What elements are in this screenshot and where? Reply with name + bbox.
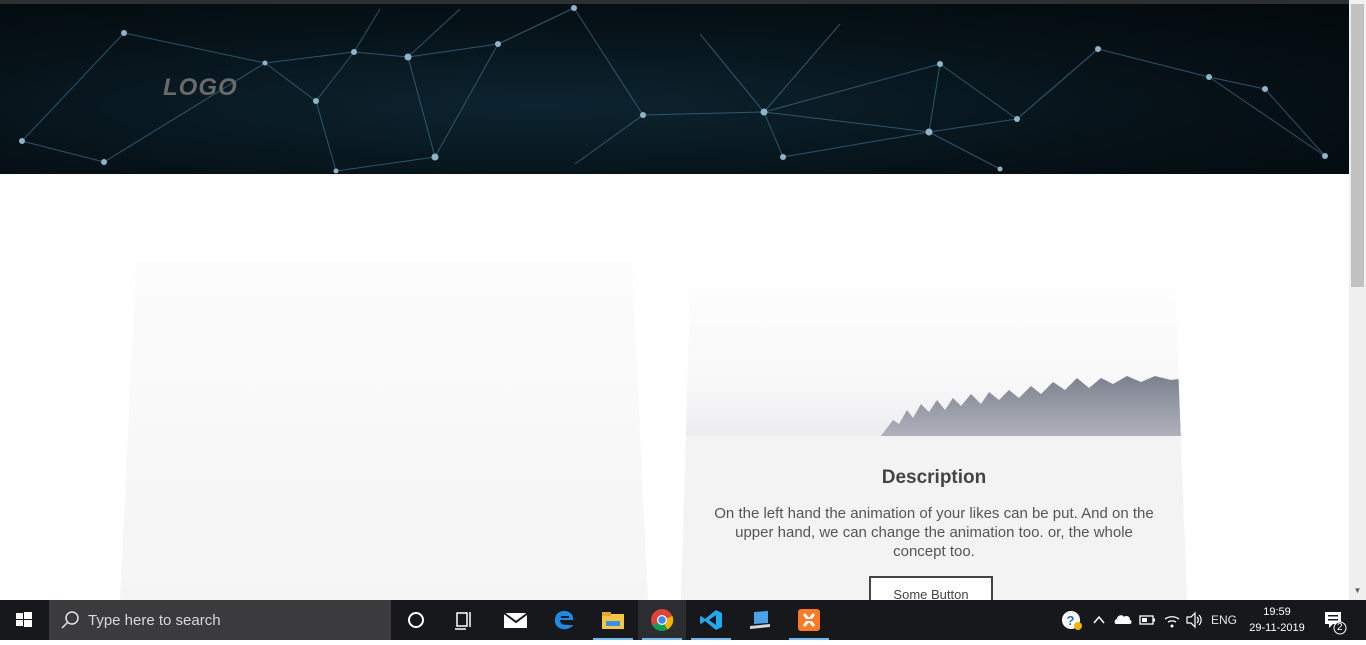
cortana-button[interactable] [392, 600, 440, 640]
vscode-app-button[interactable] [687, 600, 735, 640]
chrome-icon [651, 609, 674, 631]
battery-tray-button[interactable] [1138, 600, 1158, 640]
action-center-button[interactable]: 2 [1320, 600, 1350, 640]
battery-icon [1139, 615, 1155, 625]
cortana-icon [408, 612, 424, 628]
show-hidden-icons-button[interactable] [1090, 600, 1108, 640]
search-placeholder: Type here to search [88, 612, 221, 629]
help-tray-button[interactable]: ? [1060, 600, 1084, 640]
help-icon: ? [1062, 611, 1082, 630]
site-logo[interactable]: LOGO [163, 74, 238, 102]
language-indicator[interactable]: ENG [1211, 613, 1237, 627]
clock-time: 19:59 [1263, 606, 1291, 618]
task-view-button[interactable] [440, 600, 488, 640]
speaker-icon [1186, 611, 1202, 629]
task-view-icon [455, 612, 471, 630]
wifi-icon [1164, 616, 1180, 628]
svg-text:?: ? [1067, 613, 1075, 628]
mail-app-button[interactable] [491, 600, 539, 640]
file-explorer-button[interactable] [589, 600, 637, 640]
card-title: Description [881, 467, 987, 488]
clock[interactable]: 19:59 29-11-2019 [1243, 604, 1311, 636]
wifi-tray-button[interactable] [1162, 600, 1182, 640]
forest-treeline [681, 356, 1187, 436]
cloud-icon [1114, 615, 1132, 624]
start-button[interactable] [0, 600, 48, 640]
notification-icon [1325, 612, 1347, 635]
taskbar-search-box[interactable]: Type here to search [49, 600, 391, 640]
windows-taskbar: Type here to search ? ENG 19:59 29-11-20… [0, 600, 1366, 640]
mail-icon [503, 612, 527, 628]
scrollbar-thumb[interactable] [1351, 4, 1364, 287]
notification-count: 2 [1337, 622, 1343, 633]
scroll-down-arrow-icon[interactable]: ▼ [1349, 584, 1366, 598]
animation-panel [120, 262, 648, 600]
edge-icon [554, 611, 574, 630]
volume-tray-button[interactable] [1184, 600, 1204, 640]
search-icon [61, 611, 79, 629]
chrome-app-button[interactable] [638, 600, 686, 640]
onedrive-tray-button[interactable] [1113, 600, 1133, 640]
hero-banner: LOGO [0, 4, 1349, 174]
clock-date: 29-11-2019 [1249, 622, 1305, 634]
chevron-up-icon [1093, 615, 1105, 624]
laptop-app-button[interactable] [736, 600, 784, 640]
card-description: On the left hand the animation of your l… [714, 505, 1154, 560]
page-scrollbar[interactable]: ▼ [1349, 0, 1366, 600]
laptop-app-icon [750, 611, 770, 629]
foggy-forest-image [681, 260, 1187, 436]
xampp-app-button[interactable] [785, 600, 833, 640]
windows-logo-icon [16, 612, 32, 627]
description-card: Description On the left hand the animati… [681, 260, 1187, 600]
xampp-icon [798, 609, 820, 631]
file-explorer-icon [602, 612, 624, 629]
vscode-icon [700, 610, 722, 630]
edge-app-button[interactable] [540, 600, 588, 640]
